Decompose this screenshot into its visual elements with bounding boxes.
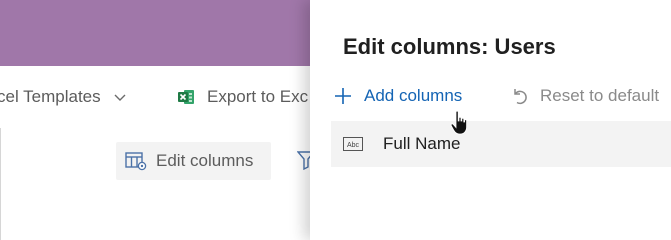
svg-text:Abc: Abc: [347, 142, 360, 149]
column-name: Full Name: [383, 134, 461, 153]
edit-columns-panel: Edit columns: Users Add columns Reset to…: [310, 0, 671, 240]
chevron-down-icon: [114, 94, 126, 101]
panel-title: Edit columns: Users: [343, 34, 556, 59]
edit-columns-label: Edit columns: [156, 151, 254, 170]
add-columns-label: Add columns: [364, 86, 463, 105]
edit-columns-icon: [125, 152, 147, 171]
plus-icon: [335, 88, 351, 104]
reset-to-default-label: Reset to default: [540, 86, 660, 105]
text-type-icon: Abc: [343, 137, 363, 151]
column-row[interactable]: Abc Full Name: [331, 121, 671, 167]
excel-templates-label: cel Templates: [0, 87, 101, 106]
add-columns-button[interactable]: Add columns: [334, 78, 462, 114]
undo-icon: [514, 89, 527, 105]
edit-columns-button[interactable]: Edit columns: [116, 142, 271, 180]
export-to-excel-label: Export to Exc: [207, 87, 309, 106]
excel-icon: [178, 90, 194, 104]
hand-pointer-cursor-icon: [450, 110, 467, 135]
reset-to-default-button[interactable]: Reset to default: [510, 78, 659, 114]
export-to-excel-button[interactable]: Export to Exc: [177, 66, 308, 128]
panel-actions: Add columns Reset to default: [310, 78, 671, 114]
excel-templates-button[interactable]: cel Templates: [0, 66, 127, 128]
